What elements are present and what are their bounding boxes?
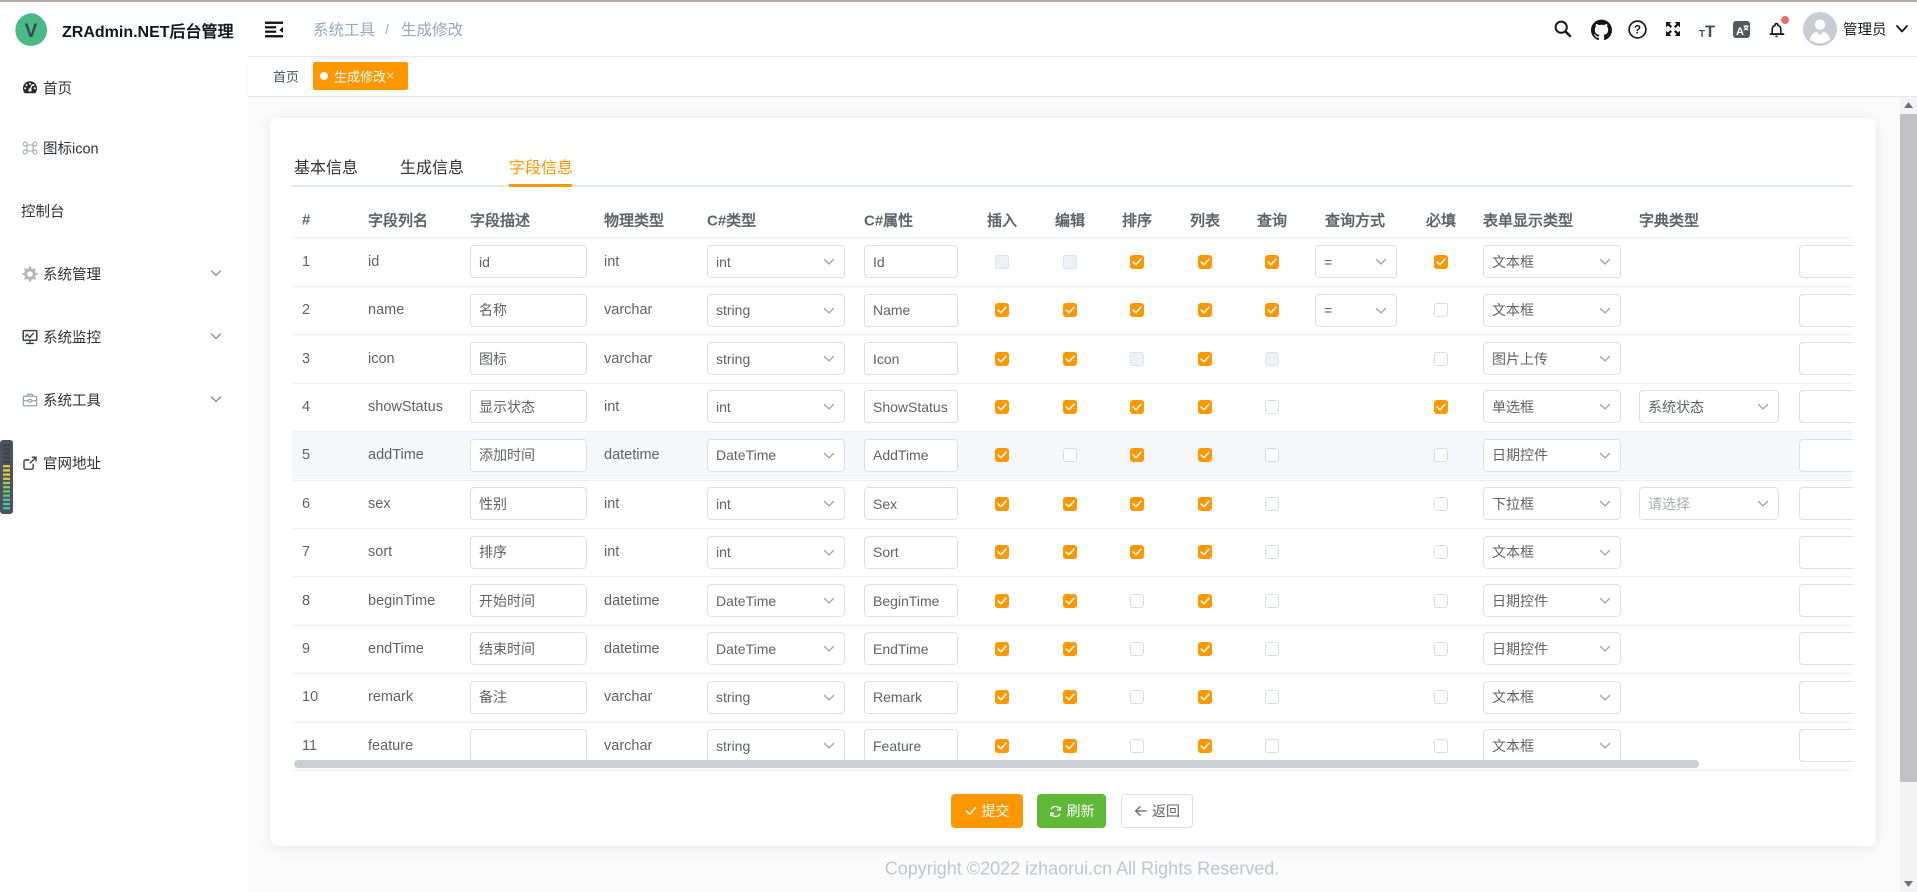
svg-text:V: V: [25, 21, 38, 42]
svg-text:?: ?: [1634, 25, 1641, 37]
svg-text:T: T: [1705, 23, 1715, 38]
svg-text:A: A: [1736, 26, 1744, 38]
